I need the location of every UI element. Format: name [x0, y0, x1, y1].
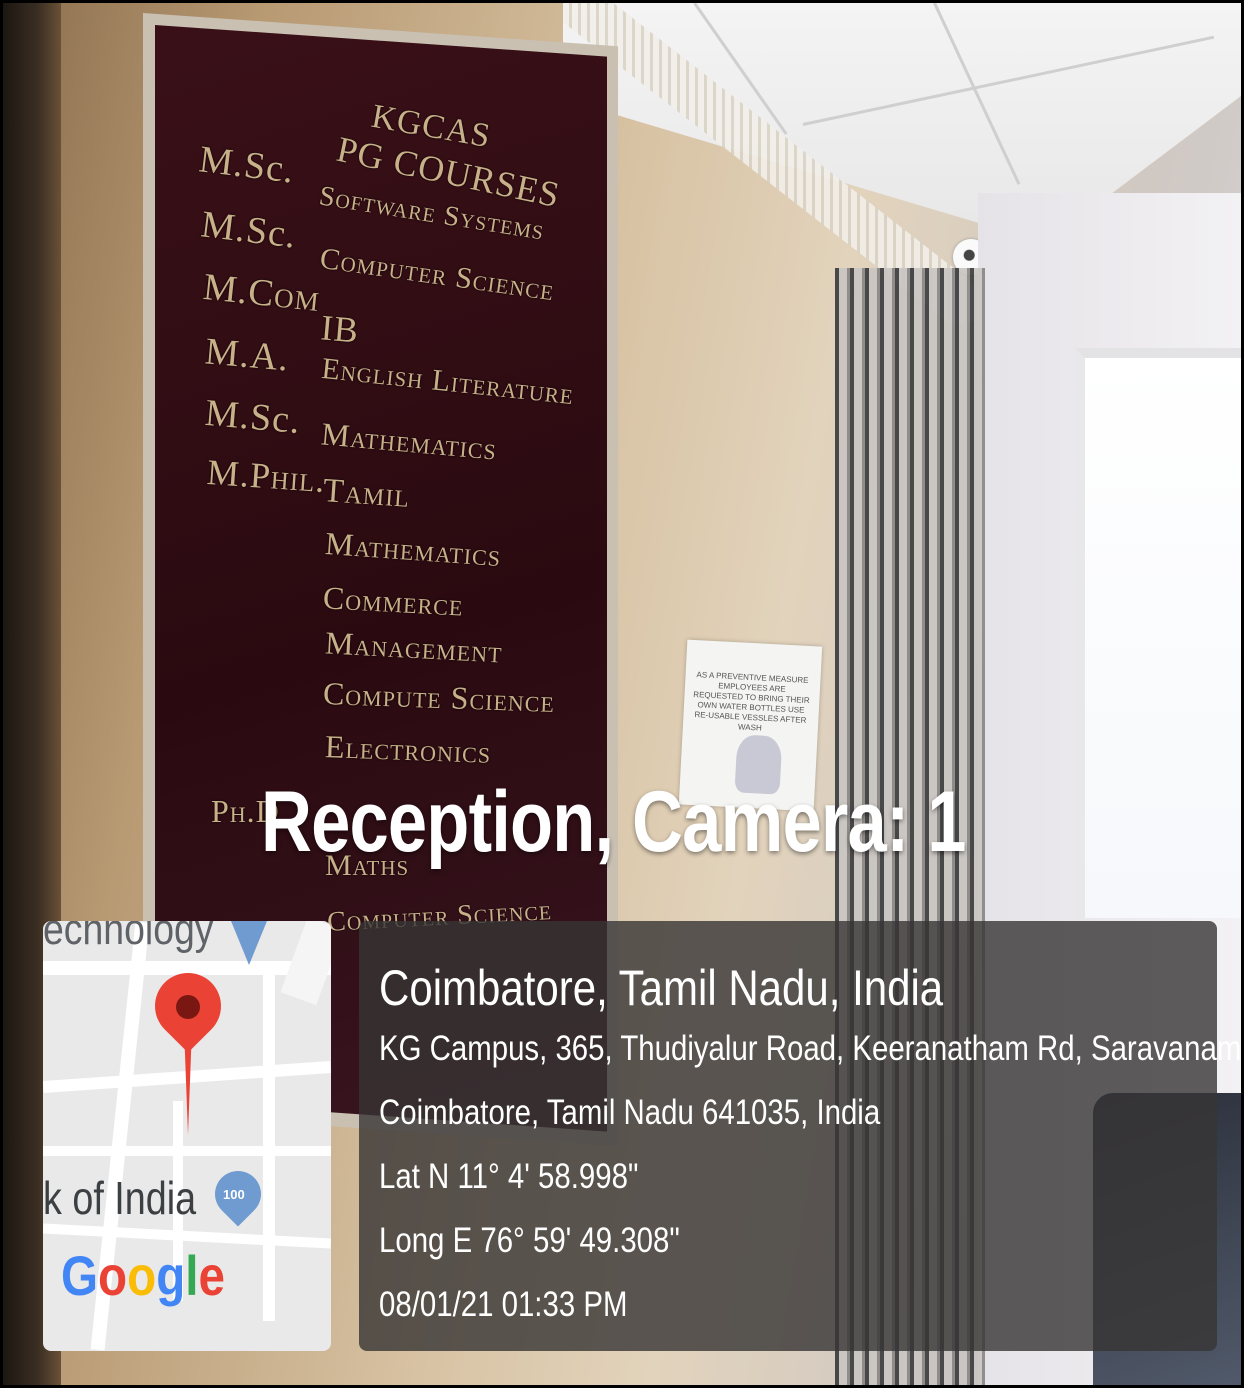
address-line-1: KG Campus, 365, Thudiyalur Road, Keerana… [379, 1029, 1244, 1068]
board-degree: M.A. [203, 330, 291, 380]
board-course: IB [319, 307, 361, 351]
timestamp: 08/01/21 01:33 PM [379, 1285, 628, 1324]
map-place-label: k of India [43, 1172, 197, 1224]
location-info-panel: Coimbatore, Tamil Nadu, India KG Campus,… [359, 921, 1241, 1351]
map-marker-icon [231, 921, 267, 965]
map-road [43, 1146, 331, 1156]
google-logo-letter: o [127, 1244, 157, 1307]
google-logo-letter: l [185, 1244, 199, 1307]
google-logo-letter: e [198, 1244, 225, 1307]
map-thumbnail: echnology k of India 100 Google [43, 921, 331, 1351]
poi-label: 100 [223, 1187, 245, 1202]
city-line: Coimbatore, Tamil Nadu, India [379, 960, 944, 1016]
google-logo-letter: G [61, 1244, 99, 1307]
board-course: Electronics [324, 728, 492, 770]
location-pin-center [176, 995, 200, 1019]
map-road [263, 961, 275, 1321]
camera-caption: Reception, Camera: 1 [261, 774, 967, 870]
notice-text: AS A PREVENTIVE MEASURE EMPLOYEES ARE RE… [693, 670, 810, 733]
geotagged-photo: KGCAS PG COURSES M.Sc. Software Systems … [0, 0, 1244, 1388]
board-degree: M.Phil. [205, 451, 327, 501]
map-place-label: echnology [43, 921, 214, 954]
board-course: Commerce [322, 579, 465, 623]
google-logo-letter: o [98, 1244, 128, 1307]
window [1075, 348, 1241, 918]
latitude: Lat N 11° 4' 58.998" [379, 1157, 639, 1196]
longitude: Long E 76° 59' 49.308" [379, 1221, 680, 1260]
board-degree: M.Sc. [203, 391, 303, 443]
address-line-2: Coimbatore, Tamil Nadu 641035, India [379, 1093, 881, 1132]
google-logo-letter: g [156, 1244, 186, 1307]
board-course: Tamil [321, 472, 412, 515]
google-logo: Google [61, 1243, 225, 1308]
